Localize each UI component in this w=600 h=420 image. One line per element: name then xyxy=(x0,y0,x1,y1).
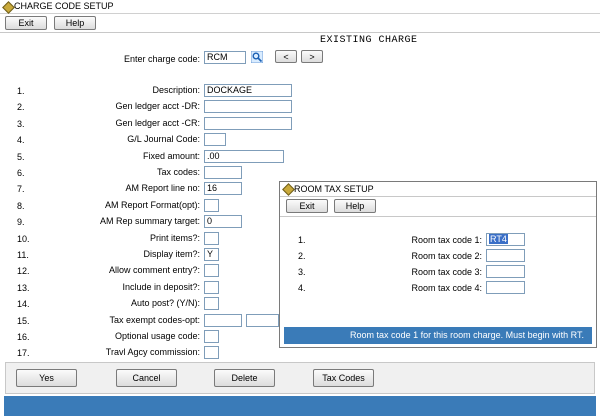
page-heading: EXISTING CHARGE xyxy=(320,35,418,46)
form-row-number: 5. xyxy=(17,152,25,162)
form-row-input[interactable] xyxy=(204,330,219,343)
room-tax-row-number: 3. xyxy=(298,267,306,277)
form-row-label: Gen ledger acct -DR: xyxy=(115,101,200,111)
toolbar-divider xyxy=(0,32,600,33)
form-row-label: AM Report Format(opt): xyxy=(104,200,200,210)
room-tax-row-number: 2. xyxy=(298,251,306,261)
dialog-exit-button[interactable]: Exit xyxy=(286,199,328,213)
form-row-label: Print items?: xyxy=(149,233,200,243)
room-tax-code-input[interactable] xyxy=(486,265,525,278)
status-bar xyxy=(4,396,596,416)
form-row-number: 11. xyxy=(17,250,29,260)
room-tax-code-input[interactable] xyxy=(486,281,525,294)
form-row-label: Tax codes: xyxy=(156,167,200,177)
form-row-input[interactable] xyxy=(204,133,226,146)
room-tax-row-number: 1. xyxy=(298,235,306,245)
form-row-input[interactable] xyxy=(204,264,219,277)
help-button[interactable]: Help xyxy=(54,16,96,30)
form-row-number: 8. xyxy=(17,201,25,211)
form-row-label: Display item?: xyxy=(143,249,200,259)
form-row-label: G/L Journal Code: xyxy=(127,134,200,144)
room-tax-row-number: 4. xyxy=(298,283,306,293)
dialog-divider xyxy=(280,216,596,217)
dialog-title: ROOM TAX SETUP xyxy=(294,184,374,194)
form-row-input[interactable] xyxy=(204,199,219,212)
room-tax-row-label: Room tax code 4: xyxy=(411,283,482,293)
form-row-input[interactable] xyxy=(204,314,242,327)
exit-button[interactable]: Exit xyxy=(5,16,47,30)
charge-code-label: Enter charge code: xyxy=(123,54,200,64)
form-row-input[interactable] xyxy=(204,297,219,310)
form-row-number: 1. xyxy=(17,86,25,96)
form-row-number: 2. xyxy=(17,102,25,112)
form-row-label: Description: xyxy=(152,85,200,95)
form-row-label: Fixed amount: xyxy=(142,151,200,161)
window-title-bar: CHARGE CODE SETUP xyxy=(0,0,600,14)
tax-exempt-code-2-input[interactable] xyxy=(246,314,279,327)
tax-codes-button[interactable]: Tax Codes xyxy=(313,369,374,387)
form-row-number: 13. xyxy=(17,283,30,293)
form-row-label: AM Rep summary target: xyxy=(99,216,200,226)
app-icon xyxy=(2,1,15,14)
dialog-icon xyxy=(282,183,295,196)
room-tax-row-label: Room tax code 1: xyxy=(411,235,482,245)
form-row-number: 9. xyxy=(17,217,25,227)
form-row-label: AM Report line no: xyxy=(125,183,200,193)
form-row-label: Gen ledger acct -CR: xyxy=(115,118,200,128)
form-row-input[interactable]: .00 xyxy=(204,150,284,163)
form-row-label: Travl Agcy commission: xyxy=(105,347,200,357)
form-row-number: 14. xyxy=(17,299,30,309)
charge-code-input[interactable]: RCM xyxy=(204,51,246,64)
form-row-number: 12. xyxy=(17,266,30,276)
next-button[interactable]: > xyxy=(301,50,323,63)
form-row-number: 4. xyxy=(17,135,25,145)
form-row-number: 7. xyxy=(17,184,25,194)
form-row-number: 17. xyxy=(17,348,30,358)
previous-button[interactable]: < xyxy=(275,50,297,63)
form-row-input[interactable] xyxy=(204,117,292,130)
form-row-input[interactable]: DOCKAGE xyxy=(204,84,292,97)
form-row-label: Tax exempt codes-opt: xyxy=(109,315,200,325)
action-bar xyxy=(5,362,595,394)
form-row-number: 15. xyxy=(17,316,30,326)
form-row-number: 6. xyxy=(17,168,25,178)
form-row-label: Allow comment entry?: xyxy=(108,265,200,275)
room-tax-code-input[interactable]: RT4 xyxy=(486,233,525,246)
room-tax-code-selection: RT4 xyxy=(489,234,508,244)
room-tax-row-label: Room tax code 2: xyxy=(411,251,482,261)
form-row-input[interactable]: 0 xyxy=(204,215,242,228)
search-icon[interactable] xyxy=(250,50,264,64)
cancel-button[interactable]: Cancel xyxy=(116,369,177,387)
form-row-number: 10. xyxy=(17,234,30,244)
room-tax-dialog: ROOM TAX SETUP Exit Help 1. Room tax code… xyxy=(279,181,597,348)
form-row-number: 16. xyxy=(17,332,30,342)
dialog-status-bar: Room tax code 1 for this room charge. Mu… xyxy=(284,327,592,344)
dialog-title-bar: ROOM TAX SETUP xyxy=(280,182,596,197)
form-row-input[interactable] xyxy=(204,281,219,294)
form-row-input[interactable] xyxy=(204,346,219,359)
form-row-label: Include in deposit?: xyxy=(122,282,200,292)
room-tax-row-label: Room tax code 3: xyxy=(411,267,482,277)
delete-button[interactable]: Delete xyxy=(214,369,275,387)
form-row-number: 3. xyxy=(17,119,25,129)
form-row-input[interactable] xyxy=(204,166,242,179)
form-row-input[interactable] xyxy=(204,232,219,245)
form-row-input[interactable] xyxy=(204,100,292,113)
window-title: CHARGE CODE SETUP xyxy=(14,1,114,11)
dialog-help-button[interactable]: Help xyxy=(334,199,376,213)
form-row-label: Auto post? (Y/N): xyxy=(130,298,200,308)
room-tax-code-input[interactable] xyxy=(486,249,525,262)
yes-button[interactable]: Yes xyxy=(16,369,77,387)
form-row-label: Optional usage code: xyxy=(114,331,200,341)
form-row-input[interactable]: Y xyxy=(204,248,219,261)
form-row-input[interactable]: 16 xyxy=(204,182,242,195)
